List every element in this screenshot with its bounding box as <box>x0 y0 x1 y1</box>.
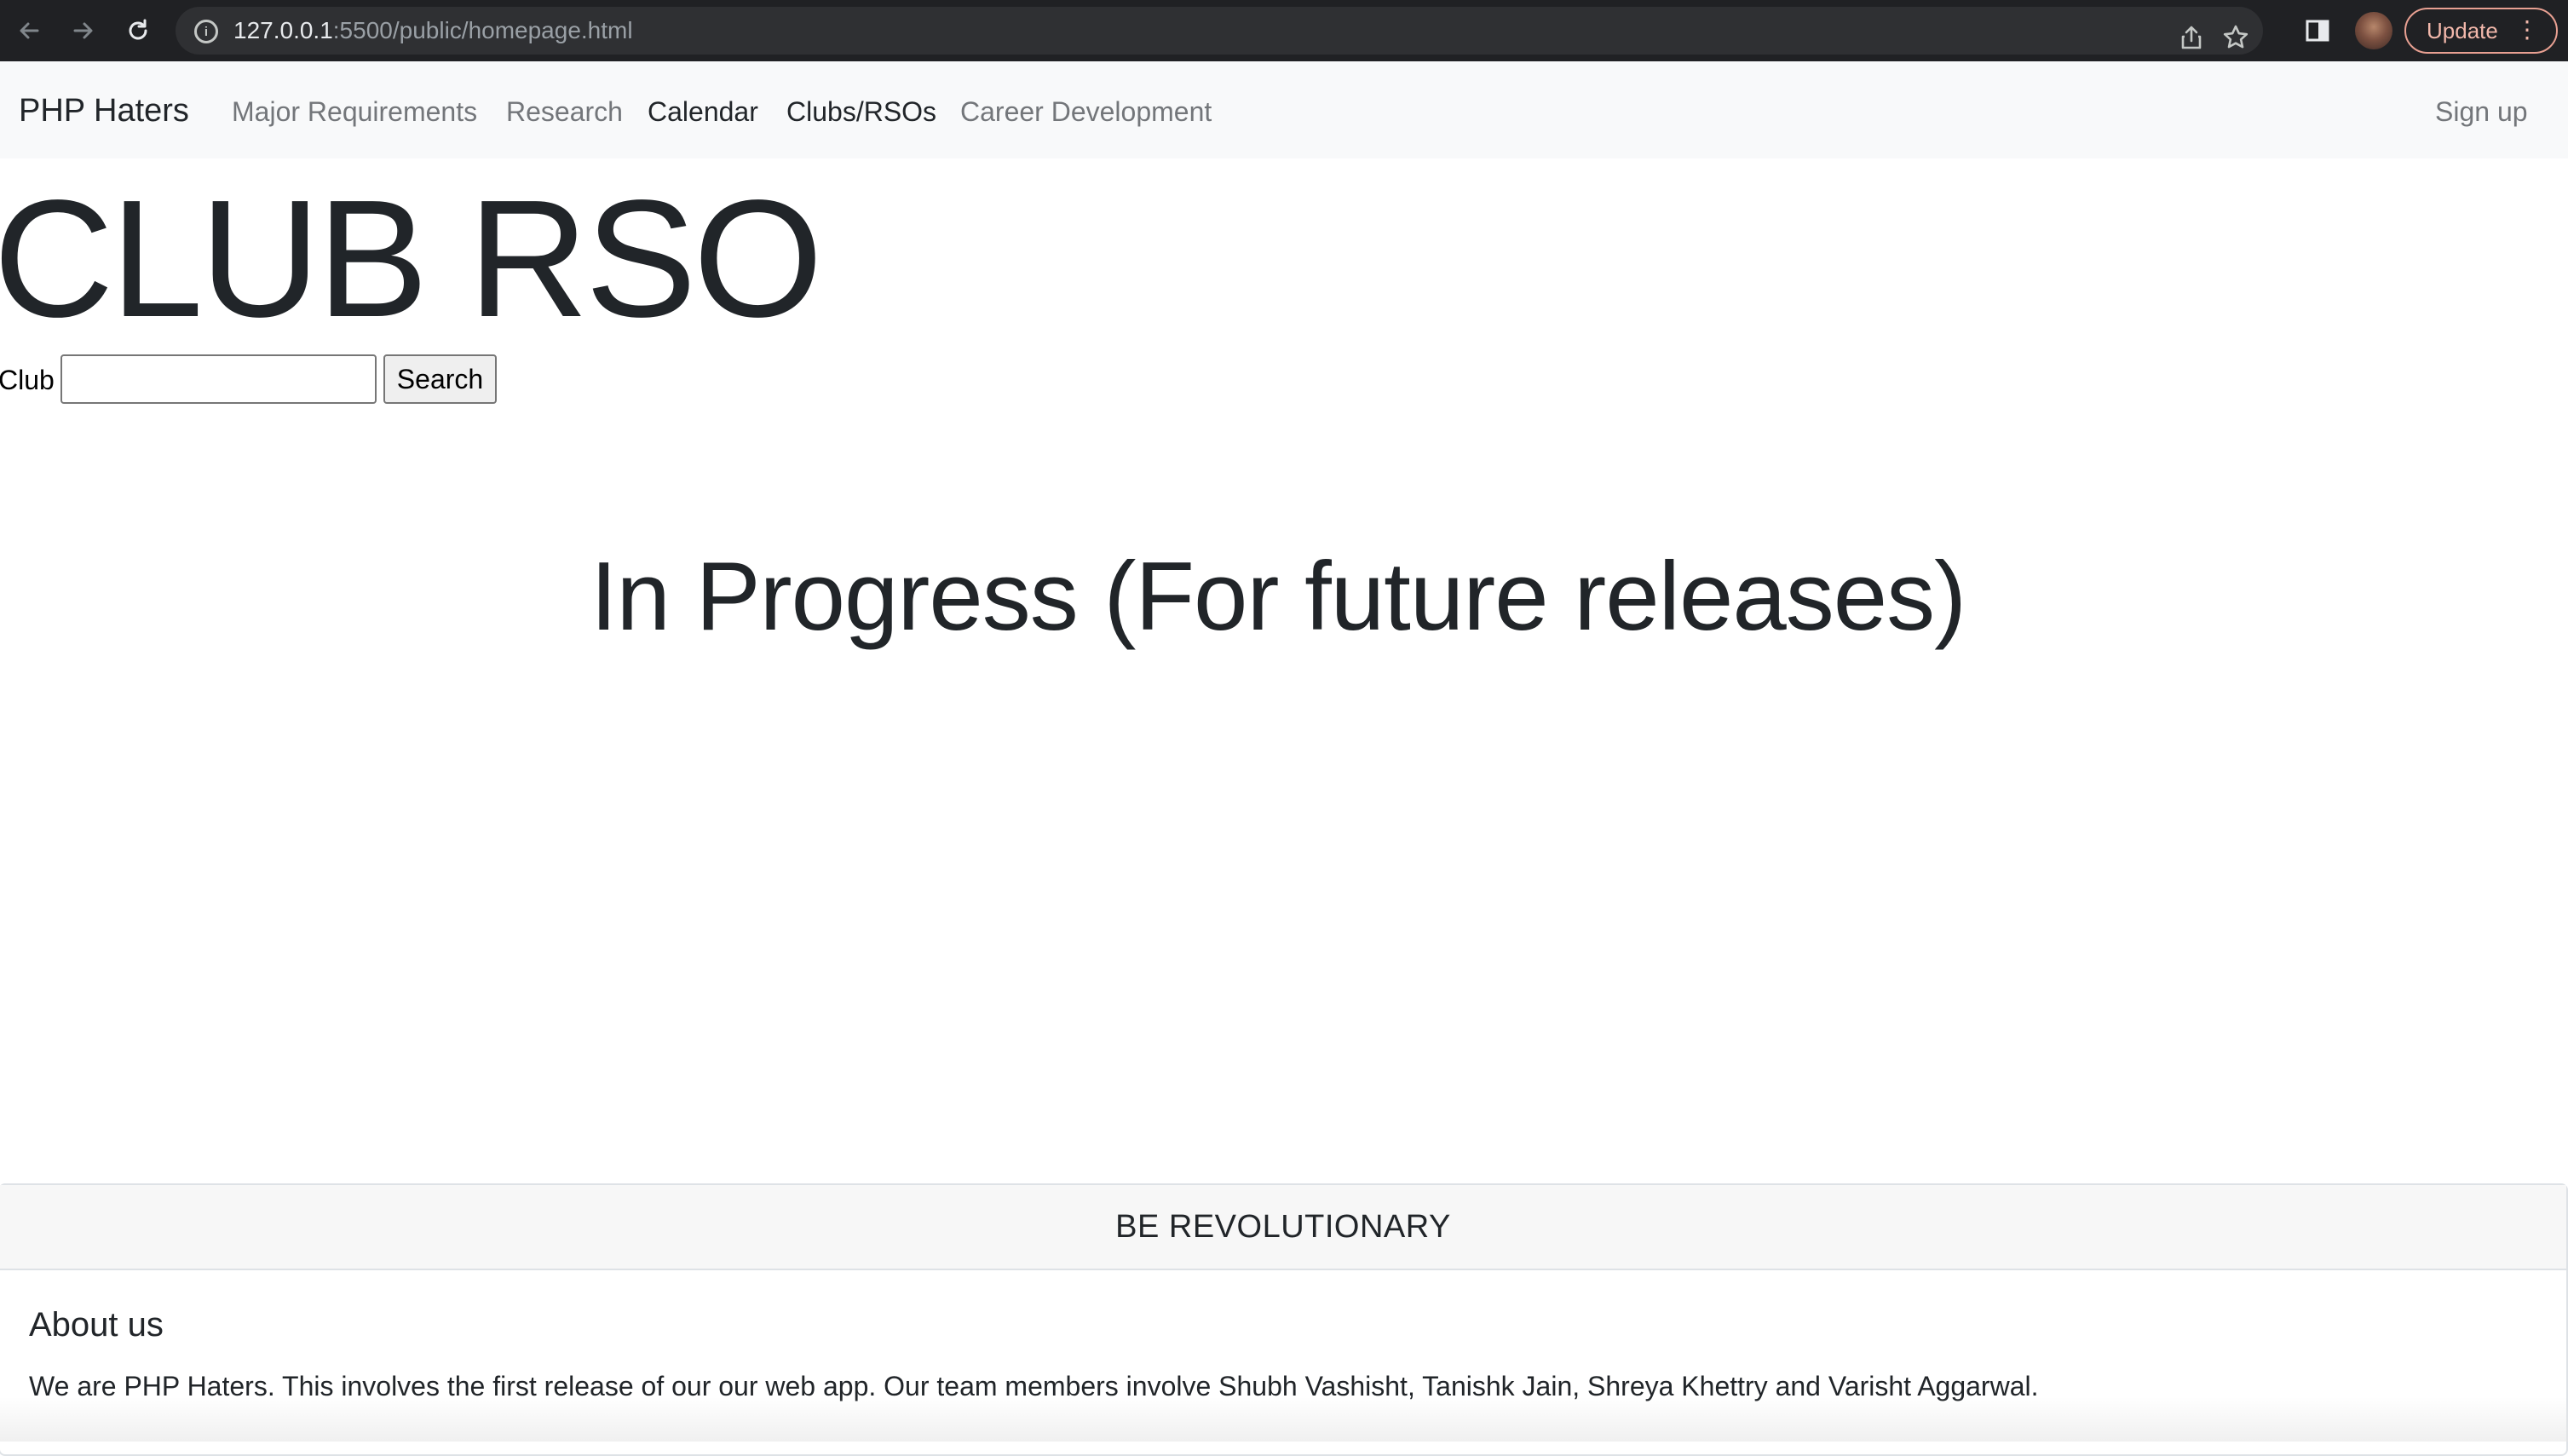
reload-icon[interactable] <box>121 14 155 48</box>
site-navbar: PHP Haters Major Requirements Research C… <box>0 61 2568 158</box>
in-progress-heading: In Progress (For future releases) <box>590 543 1966 651</box>
club-search-input[interactable] <box>60 354 377 404</box>
nav-link-clubs-rsos[interactable]: Clubs/RSOs <box>786 95 936 128</box>
nav-link-major-requirements[interactable]: Major Requirements <box>232 95 477 128</box>
about-text: We are PHP Haters. This involves the fir… <box>29 1371 2039 1401</box>
nav-link-calendar[interactable]: Calendar <box>648 95 758 128</box>
brand-link[interactable]: PHP Haters <box>19 92 189 129</box>
nav-link-career-development[interactable]: Career Development <box>960 95 1212 128</box>
more-vertical-icon: ⋮ <box>2515 16 2539 43</box>
club-label: Club <box>0 365 55 395</box>
update-button[interactable]: Update ⋮ <box>2404 8 2558 54</box>
url-path: :5500/public/homepage.html <box>332 17 633 43</box>
card-header: BE REVOLUTIONARY <box>0 1185 2566 1270</box>
url-host: 127.0.0.1 <box>233 17 333 43</box>
search-button[interactable]: Search <box>383 354 497 404</box>
signup-link[interactable]: Sign up <box>2435 95 2528 128</box>
url-text: 127.0.0.1:5500/public/homepage.html <box>233 18 633 43</box>
forward-arrow-icon[interactable] <box>66 14 101 48</box>
info-icon[interactable]: i <box>194 20 218 43</box>
about-title: About us <box>29 1306 164 1344</box>
update-label: Update <box>2427 17 2498 43</box>
sidebar-icon[interactable] <box>2299 12 2336 49</box>
about-card: BE REVOLUTIONARY About us We are PHP Hat… <box>0 1183 2568 1456</box>
profile-avatar[interactable] <box>2355 12 2392 49</box>
address-bar[interactable]: i 127.0.0.1:5500/public/homepage.html <box>176 7 2263 55</box>
star-icon[interactable] <box>2217 19 2254 56</box>
browser-toolbar: i 127.0.0.1:5500/public/homepage.html Up… <box>0 0 2568 61</box>
page-title: CLUB RSO <box>0 165 823 352</box>
share-icon[interactable] <box>2173 19 2210 56</box>
nav-link-research[interactable]: Research <box>506 95 623 128</box>
back-arrow-icon[interactable] <box>12 14 46 48</box>
